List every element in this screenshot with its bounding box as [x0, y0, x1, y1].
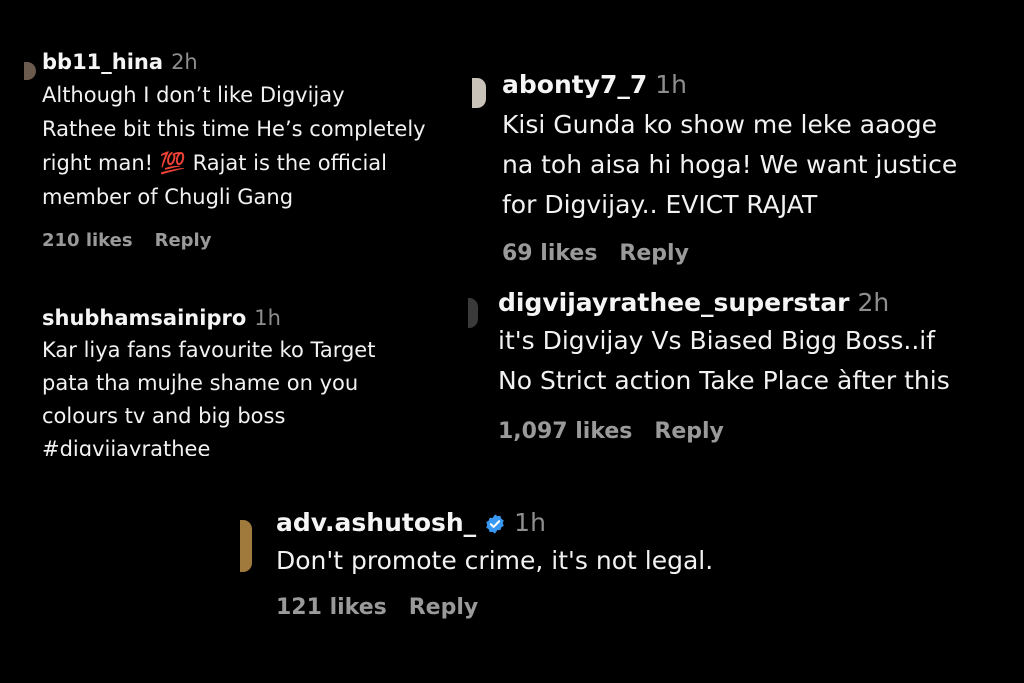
- comment-header: abonty7_7 1h: [502, 70, 1002, 99]
- comment-header: shubhamsainipro 1h: [42, 306, 462, 330]
- timestamp: 1h: [514, 508, 546, 537]
- comment-text: Kisi Gunda ko show me leke aaoge na toh …: [502, 105, 1002, 225]
- comment-header: adv.ashutosh_ 1h: [276, 508, 836, 537]
- comment-line: Don't promote crime, it's not legal.: [276, 546, 714, 575]
- timestamp: 1h: [254, 306, 281, 330]
- comment-line: Kisi Gunda ko show me leke aaoge: [502, 110, 937, 139]
- avatar[interactable]: [472, 78, 486, 108]
- comment-line: colours tv and big boss: [42, 404, 286, 428]
- likes-count[interactable]: 210 likes: [42, 230, 133, 251]
- likes-count[interactable]: 1,097 likes: [498, 419, 632, 444]
- timestamp: 2h: [171, 50, 198, 74]
- comment-actions: 1,097 likes Reply: [498, 419, 1008, 444]
- likes-count[interactable]: 69 likes: [502, 241, 597, 266]
- comment-actions: 69 likes Reply: [502, 241, 1002, 266]
- reply-button[interactable]: Reply: [409, 595, 479, 620]
- avatar[interactable]: [24, 62, 36, 80]
- username[interactable]: bb11_hina: [42, 50, 163, 74]
- avatar[interactable]: [468, 298, 478, 328]
- comment-line: #digvijayrathee: [42, 437, 211, 456]
- comment-actions: 121 likes Reply: [276, 595, 836, 620]
- comment-line: member of Chugli Gang: [42, 185, 294, 209]
- timestamp: 2h: [857, 288, 890, 317]
- reply-button[interactable]: Reply: [155, 230, 212, 251]
- timestamp: 1h: [655, 70, 688, 99]
- comment-line: right man! 💯 Rajat is the official: [42, 151, 388, 175]
- comment-digvijayrathee-superstar: digvijayrathee_superstar 2h it's Digvija…: [468, 288, 1008, 444]
- comment-bb11-hina: bb11_hina 2h Although I don’t like Digvi…: [24, 50, 462, 251]
- username[interactable]: digvijayrathee_superstar: [498, 288, 849, 317]
- avatar[interactable]: [240, 520, 252, 572]
- username[interactable]: abonty7_7: [502, 70, 647, 99]
- username[interactable]: adv.ashutosh_: [276, 508, 476, 537]
- comment-header: digvijayrathee_superstar 2h: [498, 288, 1008, 317]
- likes-count[interactable]: 121 likes: [276, 595, 387, 620]
- comment-line: No Strict action Take Place àfter this: [498, 366, 950, 395]
- reply-button[interactable]: Reply: [619, 241, 689, 266]
- username[interactable]: shubhamsainipro: [42, 306, 246, 330]
- comment-line: it's Digvijay Vs Biased Bigg Boss..if: [498, 326, 936, 355]
- comment-line: Although I don’t like Digvijay: [42, 83, 345, 107]
- comment-line: Kar liya fans favourite ko Target: [42, 338, 376, 362]
- comment-text: it's Digvijay Vs Biased Bigg Boss..if No…: [498, 321, 1008, 401]
- comment-text: Kar liya fans favourite ko Target pata t…: [42, 334, 462, 456]
- comment-abonty7-7: abonty7_7 1h Kisi Gunda ko show me leke …: [472, 70, 1002, 266]
- comment-text: Although I don’t like Digvijay Rathee bi…: [42, 78, 462, 214]
- comment-shubhamsainipro: shubhamsainipro 1h Kar liya fans favouri…: [42, 306, 462, 456]
- comment-line: Rathee bit this time He’s completely: [42, 117, 426, 141]
- comment-adv-ashutosh: adv.ashutosh_ 1h Don't promote crime, it…: [240, 508, 836, 620]
- comment-line: for Digvijay.. EVICT RAJAT: [502, 190, 818, 219]
- comment-actions: 210 likes Reply: [42, 230, 462, 251]
- reply-button[interactable]: Reply: [654, 419, 724, 444]
- verified-badge-icon: [484, 512, 506, 534]
- comment-header: bb11_hina 2h: [42, 50, 462, 74]
- comment-text: Don't promote crime, it's not legal.: [276, 541, 836, 581]
- comment-line: na toh aisa hi hoga! We want justice: [502, 150, 958, 179]
- comment-line: pata tha mujhe shame on you: [42, 371, 359, 395]
